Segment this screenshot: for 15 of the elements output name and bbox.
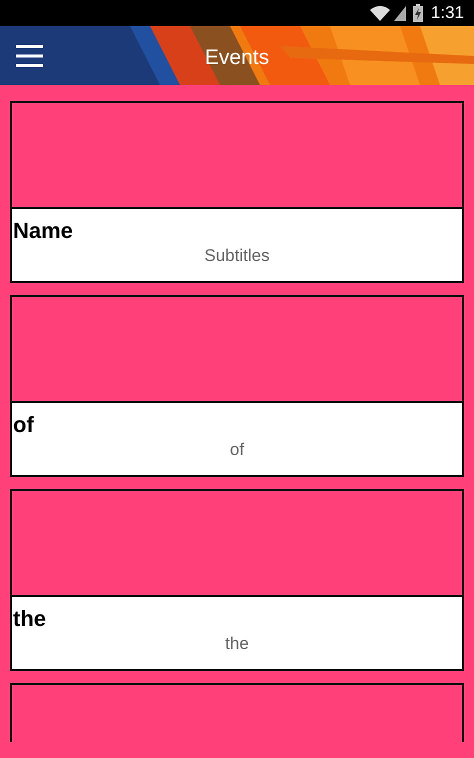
event-subtitle: the (225, 633, 249, 655)
event-name: the (12, 605, 46, 633)
screen-title: Events (204, 45, 270, 71)
event-subtitle: of (230, 439, 244, 461)
event-card[interactable]: the the (10, 489, 464, 671)
event-name: of (12, 411, 34, 439)
menu-button[interactable] (16, 44, 43, 66)
battery-icon (412, 4, 423, 22)
event-card[interactable]: of of (10, 295, 464, 477)
signal-icon (394, 6, 406, 20)
event-card[interactable]: Name Subtitles (10, 101, 464, 283)
event-subtitle: Subtitles (204, 245, 270, 267)
wifi-icon (370, 6, 390, 20)
clock-time: 1:31 (430, 2, 464, 24)
event-name: Name (12, 217, 73, 245)
